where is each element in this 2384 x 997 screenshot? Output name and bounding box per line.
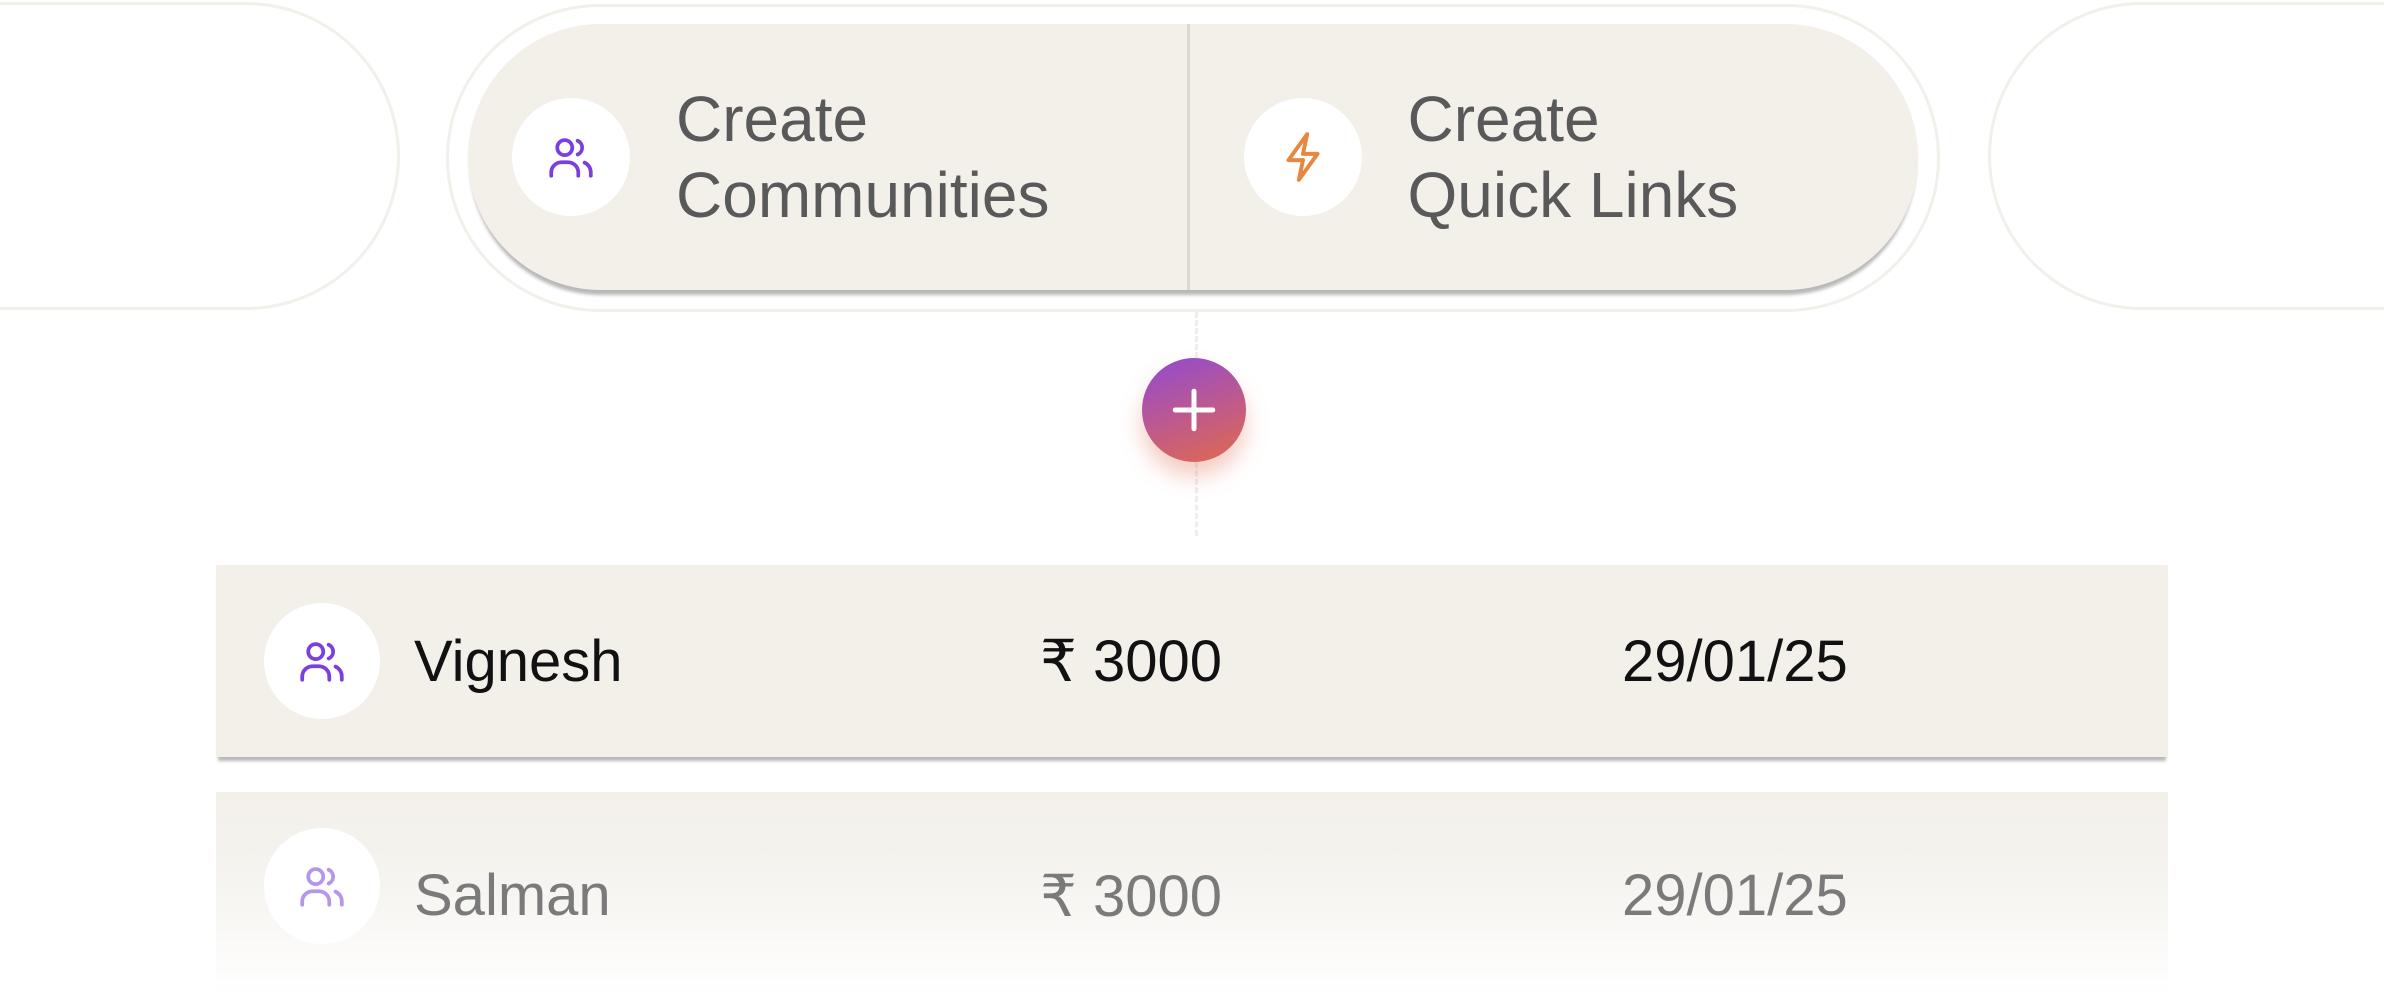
create-communities-label: Create Communities — [676, 81, 1049, 233]
lightning-icon — [1285, 132, 1320, 182]
entry-amount: ₹ 3000 — [1040, 864, 1223, 929]
list-item[interactable]: Vignesh ₹ 3000 29/01/25 — [216, 565, 2168, 757]
entry-date: 29/01/25 — [1622, 863, 1848, 928]
avatar — [264, 828, 380, 944]
side-pill-right — [1988, 2, 2384, 310]
create-quick-links-line1: Create — [1407, 83, 1600, 155]
side-pill-left — [0, 2, 400, 310]
quick-links-icon-circle — [1243, 98, 1362, 216]
users-icon — [300, 642, 344, 682]
entry-name: Salman — [414, 863, 611, 928]
list-item[interactable]: Salman ₹ 3000 29/01/25 — [216, 792, 2168, 997]
users-icon — [549, 138, 593, 178]
stage: Create Communities Create Quick Links Vi… — [0, 0, 2384, 997]
communities-icon-circle — [512, 98, 630, 216]
avatar — [264, 603, 380, 719]
create-quick-links-line2: Quick Links — [1407, 159, 1739, 231]
add-button[interactable] — [1142, 358, 1246, 462]
create-quick-links-button[interactable]: Create Quick Links — [1190, 24, 1919, 290]
connector-line-top — [1195, 312, 1198, 358]
entry-date: 29/01/25 — [1622, 628, 1848, 694]
create-communities-button[interactable]: Create Communities — [468, 24, 1187, 290]
action-pill: Create Communities Create Quick Links — [468, 24, 1918, 290]
entry-amount: ₹ 3000 — [1040, 629, 1223, 694]
users-icon — [300, 867, 344, 907]
entry-name: Vignesh — [414, 628, 623, 694]
create-quick-links-label: Create Quick Links — [1408, 81, 1739, 233]
connector-line-bottom — [1195, 462, 1198, 536]
create-communities-line2: Communities — [676, 159, 1050, 231]
plus-icon — [1172, 388, 1216, 432]
create-communities-line1: Create — [676, 83, 869, 155]
